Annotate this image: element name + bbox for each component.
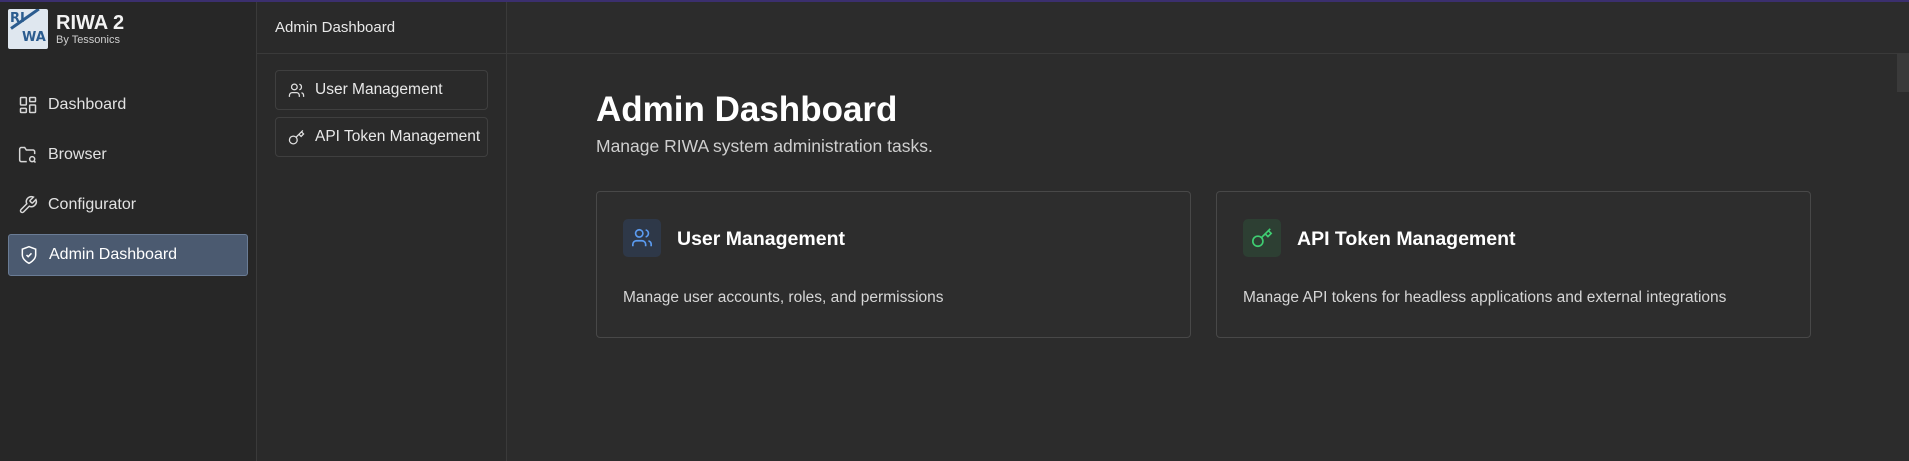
brand-title: RIWA 2 [56,11,125,34]
app-shell: RI WA RIWA 2 By Tessonics Dashboard Brow [0,2,1909,461]
page-subtitle: Manage RIWA system administration tasks. [596,136,933,156]
card-title: User Management [677,228,845,250]
sidebar-item-label: Admin Dashboard [49,246,178,263]
sidebar-item-label: Dashboard [48,96,127,113]
key-icon [1243,219,1281,257]
scrollbar[interactable] [1897,54,1909,92]
users-icon [288,81,306,99]
subnav-item-label: User Management [315,81,443,98]
sidebar-item-dashboard[interactable]: Dashboard [8,84,248,126]
sidebar-item-label: Browser [48,146,107,163]
card-title: API Token Management [1297,228,1516,250]
key-icon [288,128,306,146]
users-icon [623,219,661,257]
shield-icon [18,244,40,266]
subnav-item-label: API Token Management [315,128,481,145]
page-title: Admin Dashboard [596,90,898,129]
brand[interactable]: RI WA RIWA 2 By Tessonics [0,2,256,56]
main-content: Admin Dashboard Manage RIWA system admin… [507,2,1909,461]
main-top-bar [507,2,1909,54]
folder-search-icon [17,144,39,166]
subnav-header: Admin Dashboard [257,2,506,54]
riwa-logo: RI WA [8,9,48,49]
admin-subnav: Admin Dashboard User Management API Toke… [257,2,507,461]
sidebar-item-browser[interactable]: Browser [8,134,248,176]
sidebar-item-configurator[interactable]: Configurator [8,184,248,226]
sidebar: RI WA RIWA 2 By Tessonics Dashboard Brow [0,2,257,461]
subnav-item-api-token-management[interactable]: API Token Management [275,117,488,157]
brand-subtitle: By Tessonics [56,33,120,46]
dashboard-icon [17,94,39,116]
sidebar-nav: Dashboard Browser Configurator Admin Das… [0,84,256,276]
sidebar-item-admin-dashboard[interactable]: Admin Dashboard [8,234,248,276]
wrench-icon [17,194,39,216]
api-token-management-card[interactable]: API Token Management Manage API tokens f… [1216,191,1811,338]
user-management-card[interactable]: User Management Manage user accounts, ro… [596,191,1191,338]
logo-text-bottom: WA [22,30,46,45]
subnav-item-user-management[interactable]: User Management [275,70,488,110]
card-description: Manage user accounts, roles, and permiss… [623,289,944,306]
card-description: Manage API tokens for headless applicati… [1243,289,1727,306]
sidebar-item-label: Configurator [48,196,137,213]
